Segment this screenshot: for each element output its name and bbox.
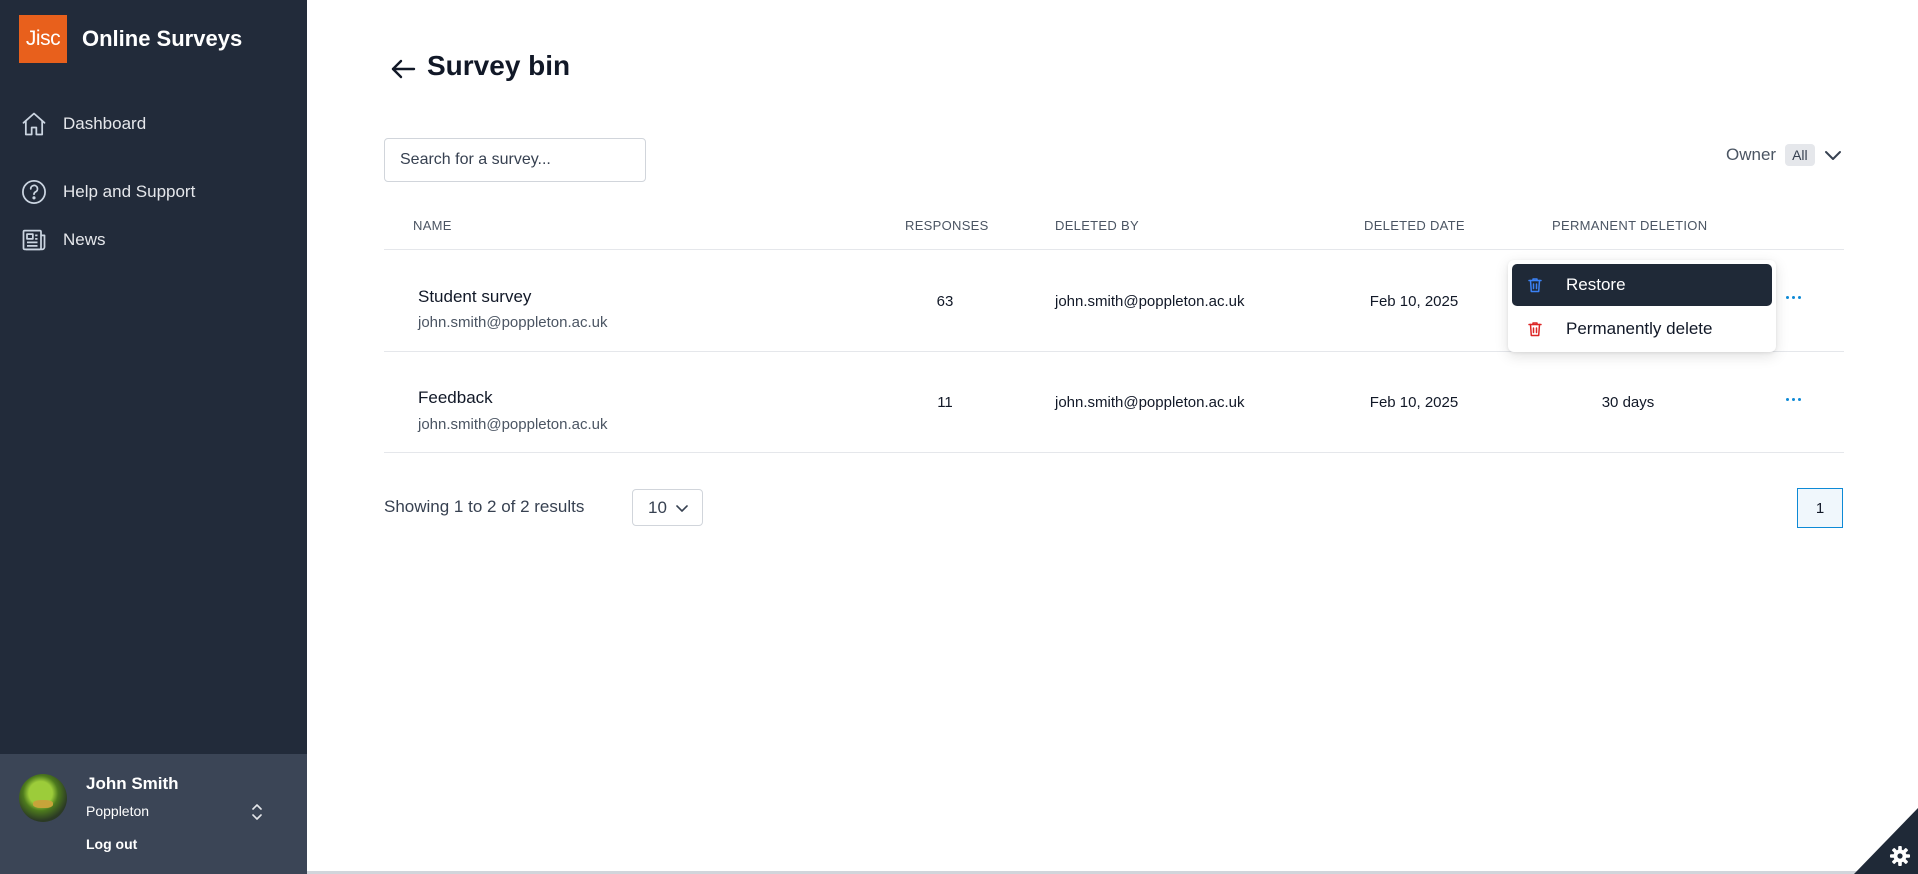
more-actions-button[interactable]: [1778, 389, 1808, 409]
survey-deleted-date: Feb 10, 2025: [1369, 293, 1459, 310]
column-header-deleted-date[interactable]: DELETED DATE: [1364, 218, 1465, 233]
search-input[interactable]: [384, 138, 646, 182]
app-name: Online Surveys: [82, 26, 243, 51]
brand[interactable]: Jisc Online Surveys: [19, 15, 242, 63]
chevron-up-down-icon[interactable]: [250, 802, 264, 822]
per-page-value: 10: [648, 497, 667, 517]
user-name: John Smith: [86, 774, 179, 793]
table-divider: [384, 452, 1844, 453]
column-header-permanent-deletion[interactable]: PERMANENT DELETION: [1552, 218, 1707, 233]
chevron-down-icon: [1824, 151, 1841, 160]
survey-deleted-date: Feb 10, 2025: [1369, 394, 1459, 411]
restore-icon: [1528, 278, 1542, 293]
survey-deleted-by: john.smith@poppleton.ac.uk: [1055, 394, 1245, 411]
page-button-current[interactable]: 1: [1797, 488, 1843, 528]
survey-permanent-deletion: 30 days: [1601, 394, 1655, 411]
survey-owner: john.smith@poppleton.ac.uk: [418, 416, 608, 433]
owner-filter[interactable]: Owner All: [1726, 144, 1843, 166]
jisc-logo: Jisc: [19, 15, 67, 63]
logout-link[interactable]: Log out: [86, 836, 137, 852]
column-header-name[interactable]: NAME: [413, 218, 452, 233]
sidebar-item-label: Help and Support: [63, 182, 196, 201]
column-header-deleted-by[interactable]: DELETED BY: [1055, 218, 1139, 233]
owner-filter-value: All: [1785, 144, 1815, 166]
user-organisation: Poppleton: [86, 803, 150, 819]
back-arrow-icon[interactable]: [388, 54, 418, 84]
survey-name[interactable]: Student survey: [418, 287, 531, 307]
survey-owner: john.smith@poppleton.ac.uk: [418, 314, 608, 331]
survey-responses: 63: [936, 293, 954, 310]
chevron-down-icon: [676, 504, 688, 512]
row-actions-menu: Restore Permanently delete: [1508, 260, 1776, 352]
sidebar-item-label: Dashboard: [63, 114, 147, 133]
table-divider: [384, 249, 1844, 250]
permanently-delete-menu-item[interactable]: Permanently delete: [1512, 308, 1772, 350]
home-icon: [22, 112, 46, 136]
survey-responses: 11: [937, 394, 953, 411]
sidebar-item-label: News: [63, 230, 106, 249]
user-panel: John Smith Poppleton Log out: [0, 754, 307, 874]
trash-icon: [1528, 322, 1542, 337]
per-page-select[interactable]: 10: [632, 489, 703, 526]
more-actions-button[interactable]: [1778, 287, 1808, 307]
column-header-responses[interactable]: RESPONSES: [905, 218, 989, 233]
sidebar-item-news[interactable]: News: [20, 226, 106, 254]
settings-gear-icon[interactable]: [1854, 808, 1918, 874]
survey-name[interactable]: Feedback: [418, 388, 493, 408]
sidebar-item-help[interactable]: Help and Support: [20, 178, 195, 206]
page-title: Survey bin: [427, 50, 571, 81]
sidebar-item-dashboard[interactable]: Dashboard: [20, 110, 146, 138]
survey-deleted-by: john.smith@poppleton.ac.uk: [1055, 293, 1245, 310]
avatar: [19, 774, 67, 822]
sidebar: Jisc Online Surveys Dashboard Help and S…: [0, 0, 307, 874]
permanently-delete-label: Permanently delete: [1566, 319, 1713, 338]
help-circle-icon: [22, 180, 46, 204]
restore-menu-item[interactable]: Restore: [1512, 264, 1772, 306]
restore-label: Restore: [1566, 275, 1626, 294]
owner-filter-label: Owner: [1726, 145, 1777, 164]
results-summary: Showing 1 to 2 of 2 results: [384, 497, 585, 516]
newspaper-icon: [22, 229, 46, 251]
